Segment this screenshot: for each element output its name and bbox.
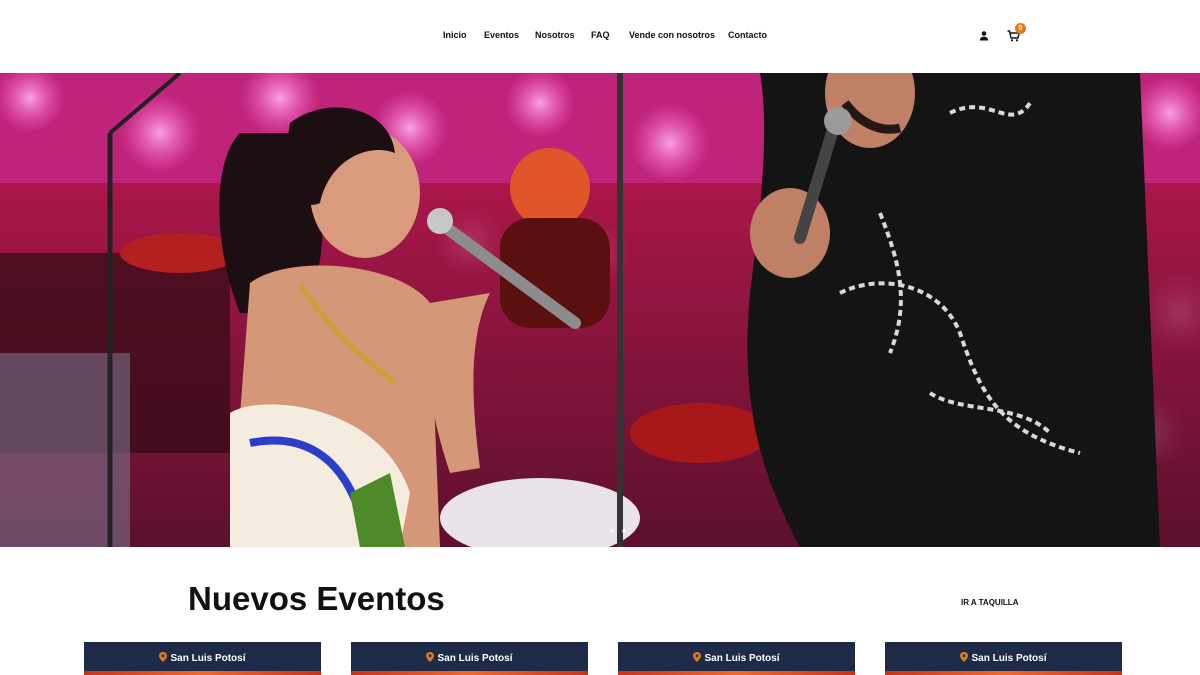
- ir-a-taquilla-link[interactable]: IR A TAQUILLA: [961, 598, 1018, 607]
- nav-item-faq[interactable]: FAQ: [591, 30, 610, 40]
- location-pin-icon: [693, 652, 702, 662]
- event-card-image-strip: [351, 671, 588, 675]
- event-location: San Luis Potosí: [84, 652, 321, 664]
- event-location-label: San Luis Potosí: [971, 653, 1047, 664]
- nav-item-eventos[interactable]: Eventos: [484, 30, 519, 40]
- location-pin-icon: [426, 652, 435, 662]
- hero-slider-dots: [608, 520, 628, 538]
- location-pin-icon: [159, 652, 168, 662]
- event-card-image-strip: [885, 671, 1122, 675]
- event-location-label: San Luis Potosí: [704, 653, 780, 664]
- event-card[interactable]: San Luis Potosí: [618, 642, 855, 675]
- event-location: San Luis Potosí: [351, 652, 588, 664]
- event-card[interactable]: San Luis Potosí: [351, 642, 588, 675]
- hero-banner-image: [0, 73, 1200, 547]
- concert-duet-photo: [0, 73, 1200, 547]
- cart-count-badge: 0: [1015, 23, 1026, 34]
- section-title: Nuevos Eventos: [188, 580, 445, 617]
- user-icon[interactable]: [978, 30, 990, 42]
- event-card-image-strip: [84, 671, 321, 675]
- event-location: San Luis Potosí: [885, 652, 1122, 664]
- nav-item-inicio[interactable]: Inicio: [443, 30, 467, 40]
- event-card[interactable]: San Luis Potosí: [84, 642, 321, 675]
- nav-item-vende-con-nosotros[interactable]: Vende con nosotros: [629, 30, 715, 40]
- event-card[interactable]: San Luis Potosí: [885, 642, 1122, 675]
- location-pin-icon: [960, 652, 969, 662]
- slider-dot-2[interactable]: [622, 529, 627, 533]
- site-header: Inicio Eventos Nosotros FAQ Vende con no…: [0, 0, 1200, 73]
- nav-item-contacto[interactable]: Contacto: [728, 30, 767, 40]
- event-location: San Luis Potosí: [618, 652, 855, 664]
- nav-item-nosotros[interactable]: Nosotros: [535, 30, 575, 40]
- event-card-image-strip: [618, 671, 855, 675]
- slider-dot-1[interactable]: [610, 529, 614, 533]
- event-location-label: San Luis Potosí: [437, 653, 513, 664]
- event-location-label: San Luis Potosí: [170, 653, 246, 664]
